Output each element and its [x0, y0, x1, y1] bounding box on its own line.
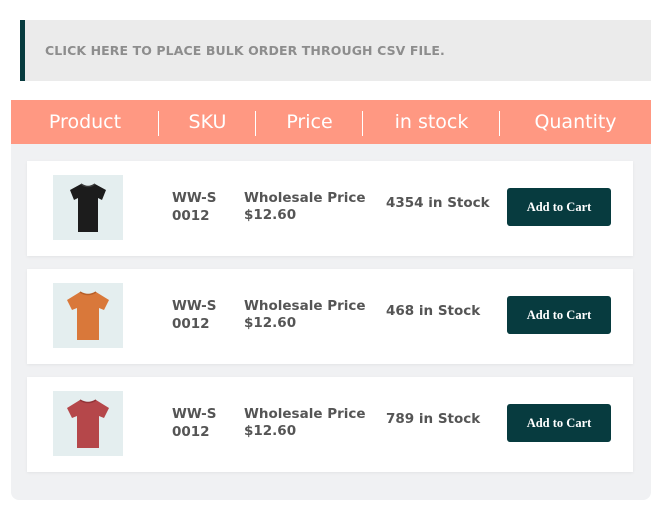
product-thumbnail[interactable]	[53, 391, 123, 456]
stock-cell: 468 in Stock	[386, 303, 481, 319]
header-sku: SKU	[188, 111, 227, 133]
price-label: Wholesale Price	[244, 298, 366, 314]
table-row: WW-S 0012 Wholesale Price $12.60 468 in …	[27, 269, 633, 364]
bulk-order-label: CLICK HERE TO PLACE BULK ORDER THROUGH C…	[45, 43, 445, 58]
price-value: $12.60	[244, 315, 297, 331]
table-row: WW-S 0012 Wholesale Price $12.60 4354 in…	[27, 161, 633, 256]
header-product: Product	[48, 111, 122, 133]
table-row: WW-S 0012 Wholesale Price $12.60 789 in …	[27, 377, 633, 472]
stock-cell: 789 in Stock	[386, 411, 481, 427]
add-to-cart-button[interactable]: Add to Cart	[507, 188, 611, 226]
header-quantity: Quantity	[534, 111, 617, 133]
orange-tshirt-icon	[67, 290, 109, 340]
price-cell: Wholesale Price $12.60	[244, 406, 374, 440]
price-value: $12.60	[244, 423, 297, 439]
sku-line: 0012	[172, 208, 210, 224]
price-cell: Wholesale Price $12.60	[244, 298, 374, 332]
product-thumbnail[interactable]	[53, 175, 123, 240]
add-to-cart-button[interactable]: Add to Cart	[507, 296, 611, 334]
bulk-order-csv-link[interactable]: CLICK HERE TO PLACE BULK ORDER THROUGH C…	[20, 20, 651, 81]
price-label: Wholesale Price	[244, 406, 366, 422]
table-header: Product SKU Price in stock Quantity	[11, 100, 651, 144]
sku-line: 0012	[172, 316, 210, 332]
price-cell: Wholesale Price $12.60	[244, 190, 374, 224]
price-value: $12.60	[244, 207, 297, 223]
stock-cell: 4354 in Stock	[386, 195, 490, 211]
sku-cell: WW-S 0012	[172, 189, 232, 225]
sku-line: 0012	[172, 424, 210, 440]
header-price: Price	[286, 111, 333, 133]
red-tshirt-icon	[67, 398, 109, 448]
sku-line: WW-S	[172, 298, 217, 314]
price-label: Wholesale Price	[244, 190, 366, 206]
product-thumbnail[interactable]	[53, 283, 123, 348]
sku-cell: WW-S 0012	[172, 405, 232, 441]
sku-line: WW-S	[172, 406, 217, 422]
sku-cell: WW-S 0012	[172, 297, 232, 333]
black-tshirt-icon	[70, 182, 106, 232]
header-in-stock: in stock	[394, 111, 469, 133]
add-to-cart-button[interactable]: Add to Cart	[507, 404, 611, 442]
sku-line: WW-S	[172, 190, 217, 206]
product-table: Product SKU Price in stock Quantity WW-S…	[11, 100, 651, 500]
